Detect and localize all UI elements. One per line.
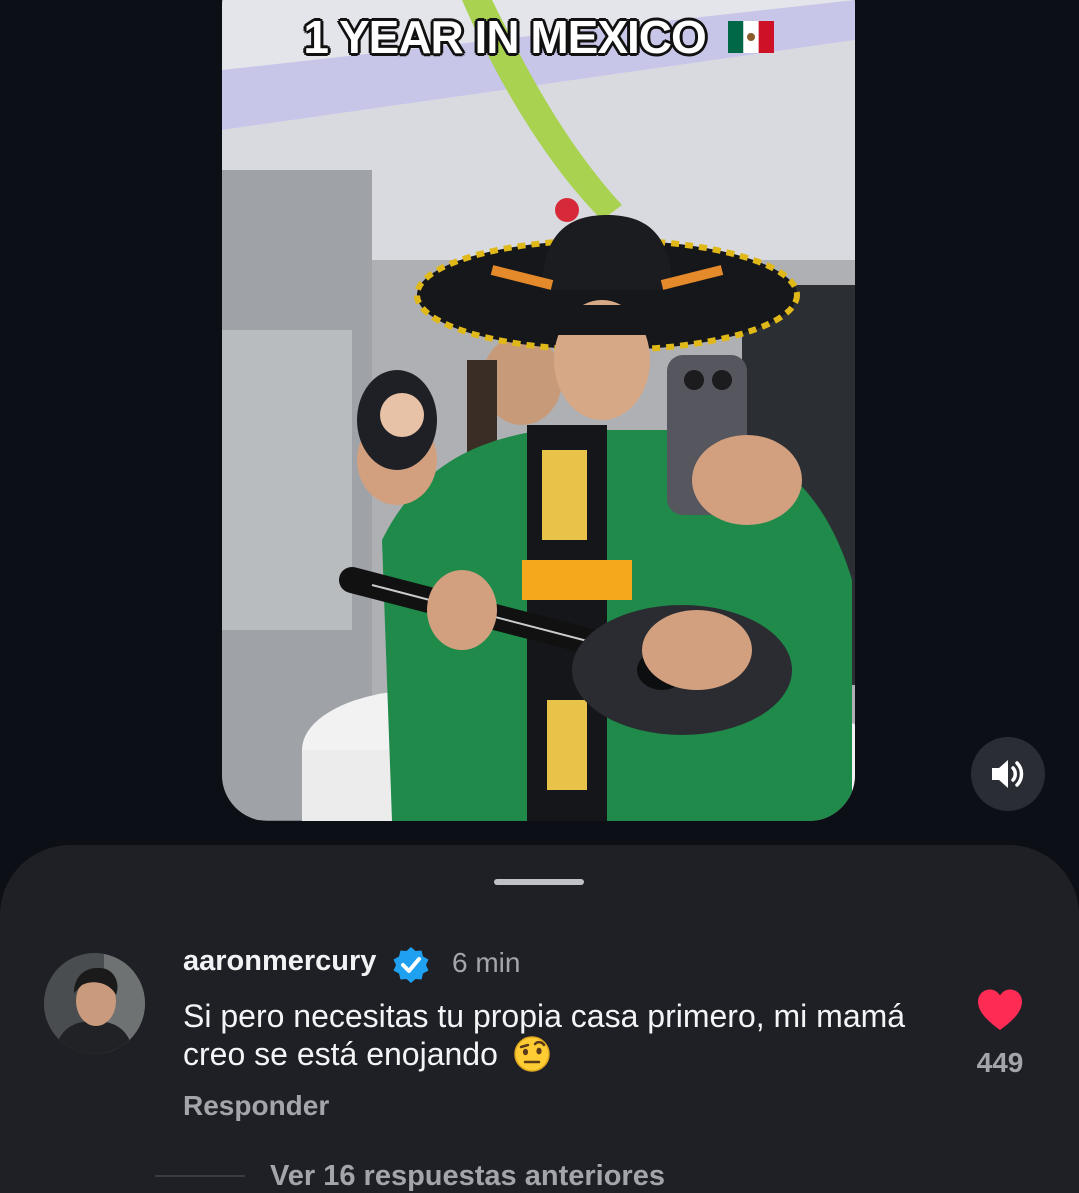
heart-icon[interactable]	[976, 988, 1024, 1032]
mexico-flag-icon	[727, 20, 774, 53]
like-count: 449	[976, 1047, 1024, 1078]
view-replies-button[interactable]: Ver 16 respuestas anteriores	[270, 1160, 665, 1193]
comment-body: Si pero necesitas tu propia casa primero…	[183, 997, 923, 1073]
avatar[interactable]	[44, 953, 145, 1054]
app-screen: 1 YEAR IN MEXICO aaronmercury 6 min Si p…	[0, 0, 1079, 1193]
replies-divider	[155, 1175, 245, 1177]
comments-sheet: aaronmercury 6 min Si pero necesitas tu …	[0, 845, 1079, 1193]
video-player[interactable]: 1 YEAR IN MEXICO	[222, 0, 855, 821]
volume-button[interactable]	[971, 737, 1045, 811]
verified-badge-icon	[393, 947, 429, 983]
comment-timestamp: 6 min	[452, 947, 521, 978]
caption-text: 1 YEAR IN MEXICO	[303, 11, 706, 63]
reply-button[interactable]: Responder	[183, 1090, 329, 1122]
comment-username[interactable]: aaronmercury	[183, 945, 376, 978]
avatar-image	[44, 953, 145, 1054]
video-frame	[222, 0, 855, 821]
raised-eyebrow-emoji-icon	[514, 1036, 550, 1072]
speaker-volume-icon	[992, 760, 1024, 788]
video-caption: 1 YEAR IN MEXICO	[222, 10, 855, 64]
sheet-grab-handle[interactable]	[494, 879, 584, 885]
